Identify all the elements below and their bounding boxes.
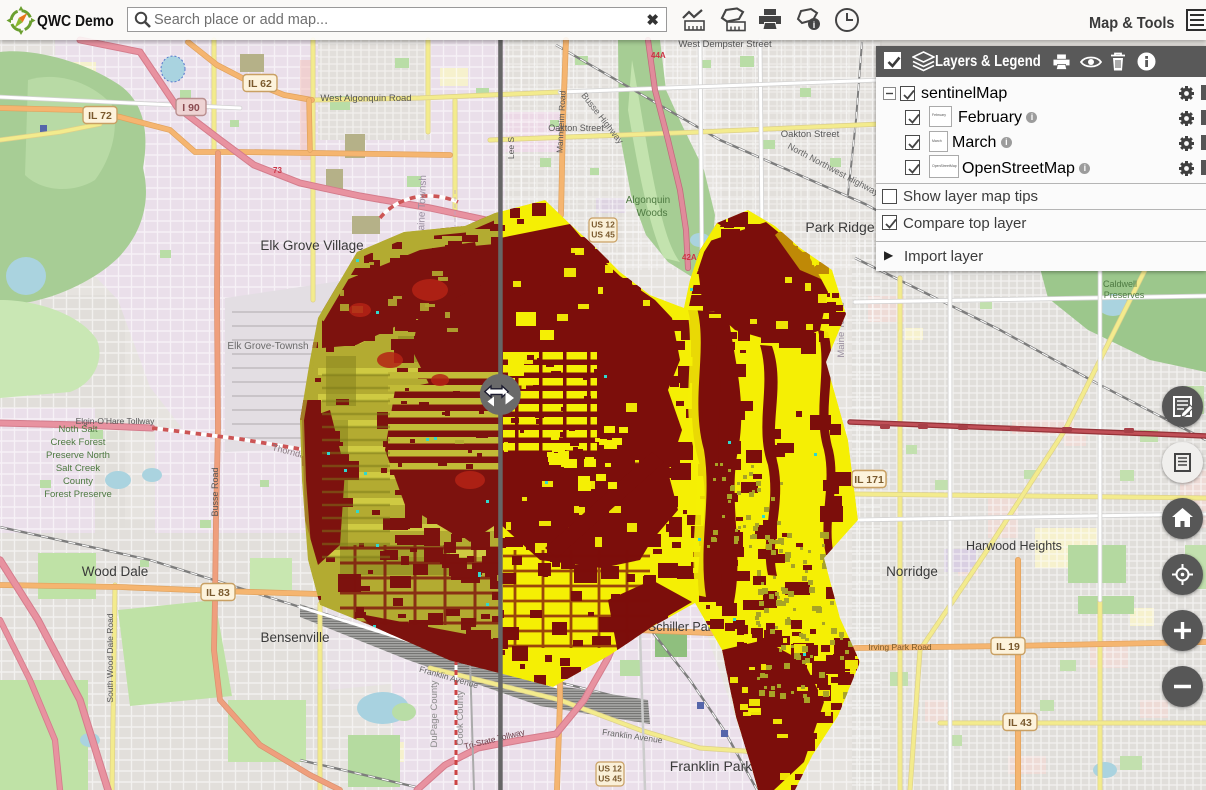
svg-text:West Algonquin Road: West Algonquin Road (320, 93, 411, 104)
svg-text:South Wood Dale Road: South Wood Dale Road (105, 613, 115, 702)
svg-text:Wood Dale: Wood Dale (82, 564, 149, 579)
svg-text:Preserve North: Preserve North (46, 450, 110, 461)
svg-text:Bensenville: Bensenville (260, 630, 329, 645)
svg-text:IL 72: IL 72 (88, 110, 112, 122)
svg-text:i: i (813, 20, 816, 30)
svg-text:Algonquin: Algonquin (626, 195, 670, 206)
svg-text:Salt Creek: Salt Creek (56, 463, 101, 474)
svg-text:Park Ridge: Park Ridge (805, 219, 874, 235)
svg-text:Maine Townsh: Maine Townsh (416, 175, 429, 239)
svg-text:IL 83: IL 83 (206, 587, 230, 599)
svg-text:IL 19: IL 19 (996, 641, 1020, 653)
svg-text:Oakton Street: Oakton Street (781, 129, 840, 140)
svg-text:Creek Forest: Creek Forest (51, 437, 106, 448)
svg-text:Lee S: Lee S (506, 137, 516, 160)
svg-text:Caldwell: Caldwell (1103, 279, 1137, 289)
svg-text:IL 171: IL 171 (854, 474, 884, 486)
svg-text:42A: 42A (682, 253, 697, 262)
svg-text:County: County (63, 476, 93, 487)
svg-text:Cook County: Cook County (455, 690, 466, 745)
svg-text:US 12: US 12 (591, 220, 615, 230)
svg-text:US 12: US 12 (598, 764, 622, 774)
svg-text:Elk Grove-Townsh: Elk Grove-Townsh (227, 341, 308, 352)
svg-text:Woods: Woods (637, 208, 668, 219)
svg-text:IL 43: IL 43 (1008, 717, 1032, 729)
svg-text:Franklin Park: Franklin Park (670, 758, 753, 774)
svg-text:US 45: US 45 (591, 230, 615, 240)
svg-text:I 90: I 90 (182, 102, 200, 114)
svg-text:Irving Park Road: Irving Park Road (868, 642, 932, 652)
svg-text:Norridge: Norridge (886, 564, 938, 579)
svg-text:DuPage County: DuPage County (429, 680, 440, 747)
svg-text:Forest Preserve: Forest Preserve (44, 489, 112, 500)
svg-text:73: 73 (273, 166, 282, 175)
svg-text:44A: 44A (651, 51, 666, 60)
svg-text:Preserves: Preserves (1104, 290, 1145, 300)
svg-text:Elk Grove Village: Elk Grove Village (260, 238, 363, 253)
svg-text:US 45: US 45 (598, 774, 622, 784)
svg-text:West Dempster Street: West Dempster Street (678, 39, 772, 50)
svg-text:Busse Road: Busse Road (210, 467, 220, 516)
svg-text:Harwood Heights: Harwood Heights (966, 539, 1062, 553)
svg-text:Elgin-O’Hare Tollway: Elgin-O’Hare Tollway (76, 416, 155, 426)
svg-text:IL 62: IL 62 (248, 78, 272, 90)
